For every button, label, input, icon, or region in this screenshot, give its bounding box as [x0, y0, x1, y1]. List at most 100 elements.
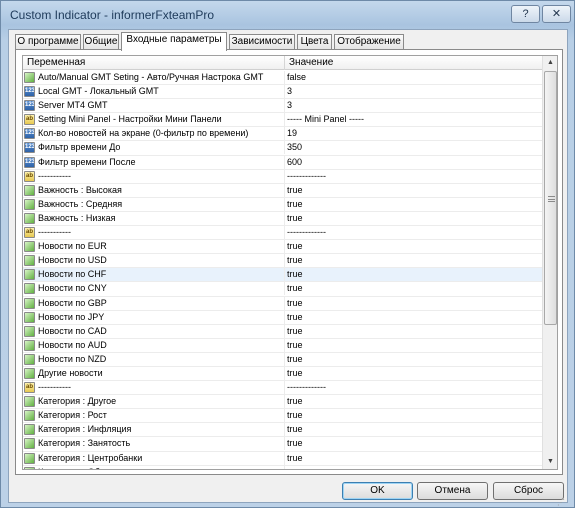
parameter-value[interactable]: true	[287, 340, 303, 350]
parameter-row[interactable]: Важность : Низкая true	[23, 211, 542, 227]
parameter-row[interactable]: Другие новости true	[23, 366, 542, 382]
parameter-row[interactable]: Новости по CHF true	[23, 268, 542, 283]
parameter-name: Другие новости	[38, 367, 103, 378]
resize-grip-icon[interactable]: ⋰	[557, 498, 567, 508]
parameter-value[interactable]: true	[287, 368, 303, 378]
parameter-name: Кол-во новостей на экране (0-фильтр по в…	[38, 128, 249, 139]
reset-button[interactable]: Сброс	[493, 482, 564, 500]
parameter-value[interactable]: true	[287, 438, 303, 448]
parameter-row[interactable]: Категория : Другое true	[23, 395, 542, 410]
parameter-value[interactable]: true	[287, 269, 303, 279]
parameter-value[interactable]: true	[287, 453, 303, 463]
tab-inputs[interactable]: Входные параметры	[121, 32, 227, 51]
parameter-name: Категория : Центробанки	[38, 452, 143, 463]
column-header-value[interactable]: Значение	[289, 57, 333, 68]
bool-icon	[24, 269, 35, 281]
cancel-button[interactable]: Отмена	[417, 482, 488, 500]
string-icon: ab	[24, 170, 35, 182]
parameter-row[interactable]: Новости по CNY true	[23, 282, 542, 297]
parameter-row[interactable]: Категория : Центробанки true	[23, 451, 542, 466]
cell-divider	[284, 240, 285, 254]
parameter-row[interactable]: 123 Local GMT - Локальный GMT 3	[23, 85, 542, 100]
parameter-row[interactable]: Новости по EUR true	[23, 240, 542, 255]
parameter-row[interactable]: Auto/Manual GMT Seting - Авто/Ручная Нас…	[23, 71, 542, 86]
help-button[interactable]: ?	[511, 5, 540, 23]
parameter-value[interactable]: true	[287, 255, 303, 265]
parameter-value[interactable]: 600	[287, 157, 302, 167]
ok-button[interactable]: OK	[342, 482, 413, 500]
parameter-row[interactable]: Категория : Инфляция true	[23, 423, 542, 438]
scroll-down-arrow-icon[interactable]: ▼	[543, 455, 557, 469]
parameter-value[interactable]: true	[287, 298, 303, 308]
parameter-name: -----------	[38, 382, 71, 393]
parameter-row[interactable]: ab Setting Mini Panel - Настройки Мини Па…	[23, 113, 542, 128]
parameter-row[interactable]: 123 Фильтр времени До 350	[23, 141, 542, 156]
parameter-value[interactable]: 3	[287, 100, 292, 110]
parameter-value[interactable]: true	[287, 396, 303, 406]
window-title: Custom Indicator - informerFxteamPro	[10, 8, 215, 22]
scroll-up-arrow-icon[interactable]: ▲	[543, 56, 557, 70]
parameter-value[interactable]: true	[287, 424, 303, 434]
parameter-value[interactable]: true	[287, 410, 303, 420]
parameter-name: Новости по CHF	[38, 269, 107, 280]
parameter-value[interactable]: 19	[287, 128, 297, 138]
parameter-value[interactable]: true	[287, 467, 303, 469]
parameter-value[interactable]: true	[287, 354, 303, 364]
parameter-value[interactable]: -------------	[287, 382, 326, 392]
tab-visualization[interactable]: Отображение	[334, 34, 404, 50]
parameter-row[interactable]: 123 Server MT4 GMT 3	[23, 99, 542, 114]
parameter-value[interactable]: ----- Mini Panel -----	[287, 114, 364, 124]
parameter-row[interactable]: 123 Фильтр времени После 600	[23, 155, 542, 170]
parameter-row[interactable]: Категория : Занятость true	[23, 437, 542, 452]
parameter-row[interactable]: Важность : Высокая true	[23, 183, 542, 198]
parameter-value[interactable]: true	[287, 312, 303, 322]
parameter-row[interactable]: ab ----------- -------------	[23, 169, 542, 184]
parameter-name: Новости по USD	[38, 255, 107, 266]
grip-icon	[548, 196, 555, 202]
bool-icon	[24, 283, 35, 295]
parameter-name: Фильтр времени До	[38, 142, 121, 153]
cell-divider	[284, 395, 285, 409]
cell-divider	[284, 197, 285, 211]
parameter-row[interactable]: Категория : Облигации true	[23, 465, 542, 469]
parameter-value[interactable]: 350	[287, 142, 302, 152]
tab-dependencies[interactable]: Зависимости	[229, 34, 295, 50]
parameter-value[interactable]: -------------	[287, 227, 326, 237]
parameter-value[interactable]: true	[287, 241, 303, 251]
parameter-row[interactable]: Новости по NZD true	[23, 352, 542, 367]
parameter-row[interactable]: Новости по JPY true	[23, 310, 542, 325]
parameter-value[interactable]: true	[287, 213, 303, 223]
dialog-client-area: О программе Общие Входные параметры Зави…	[8, 29, 568, 507]
parameter-value[interactable]: true	[287, 199, 303, 209]
parameter-row[interactable]: Категория : Рост true	[23, 409, 542, 424]
parameter-value[interactable]: true	[287, 326, 303, 336]
vertical-scrollbar[interactable]: ▲ ▼	[542, 56, 557, 469]
scroll-thumb[interactable]	[544, 71, 557, 325]
title-bar[interactable]: Custom Indicator - informerFxteamPro ? ✕	[1, 1, 574, 28]
parameter-row[interactable]: ab ----------- -------------	[23, 226, 542, 241]
parameter-row[interactable]: Новости по AUD true	[23, 338, 542, 353]
string-icon: ab	[24, 382, 35, 394]
parameter-name: Setting Mini Panel - Настройки Мини Пане…	[38, 114, 222, 125]
parameter-row[interactable]: ab ----------- -------------	[23, 381, 542, 396]
column-divider[interactable]	[284, 56, 285, 70]
tab-common[interactable]: Общие	[83, 34, 119, 50]
bool-icon	[24, 424, 35, 436]
parameter-row[interactable]: 123 Кол-во новостей на экране (0-фильтр п…	[23, 127, 542, 142]
parameter-value[interactable]: 3	[287, 86, 292, 96]
close-button[interactable]: ✕	[542, 5, 571, 23]
cell-divider	[284, 437, 285, 451]
parameter-row[interactable]: Новости по CAD true	[23, 324, 542, 339]
parameter-name: Фильтр времени После	[38, 156, 136, 167]
column-header-variable[interactable]: Переменная	[27, 57, 85, 68]
parameter-row[interactable]: Новости по USD true	[23, 254, 542, 269]
parameter-value[interactable]: false	[287, 72, 306, 82]
parameter-value[interactable]: true	[287, 185, 303, 195]
parameter-value[interactable]: true	[287, 283, 303, 293]
parameter-row[interactable]: Новости по GBP true	[23, 296, 542, 311]
tab-about[interactable]: О программе	[15, 34, 81, 50]
parameter-name: Категория : Другое	[38, 396, 117, 407]
parameter-row[interactable]: Важность : Средняя true	[23, 197, 542, 212]
parameter-value[interactable]: -------------	[287, 171, 326, 181]
tab-colors[interactable]: Цвета	[297, 34, 332, 50]
